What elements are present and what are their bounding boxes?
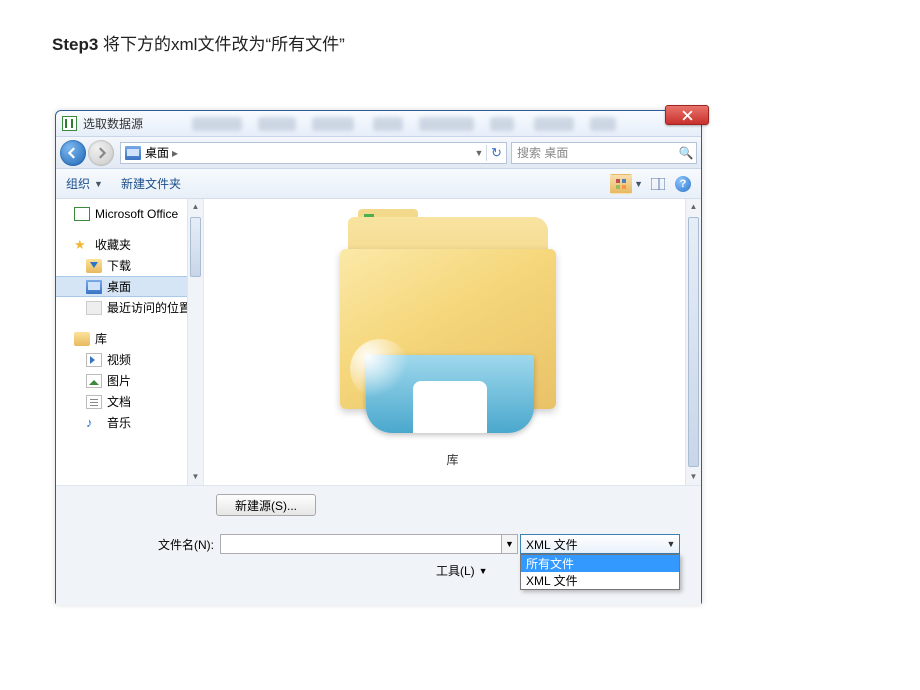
- sidebar-item[interactable]: 图片: [56, 370, 203, 391]
- filter-option[interactable]: XML 文件: [521, 572, 679, 589]
- chevron-down-icon: ▼: [94, 179, 103, 189]
- sidebar-item-label: Microsoft Office: [95, 207, 178, 221]
- titlebar: 选取数据源: [56, 111, 701, 137]
- filter-option[interactable]: 所有文件: [521, 555, 679, 572]
- sidebar-item[interactable]: 最近访问的位置: [56, 297, 203, 318]
- chevron-down-icon[interactable]: ▼: [634, 179, 643, 189]
- nav-bar: 桌面 ▸ ▼ ↻ 搜索 桌面 🔍: [56, 137, 701, 169]
- new-folder-button[interactable]: 新建文件夹: [121, 175, 181, 192]
- sidebar-item-label: 文档: [107, 393, 131, 410]
- new-source-button[interactable]: 新建源(S)...: [216, 494, 316, 516]
- item-label: 库: [446, 451, 458, 468]
- sidebar-scrollbar[interactable]: ▲ ▼: [187, 199, 203, 485]
- instruction-step: Step3: [52, 35, 98, 54]
- arrow-left-icon: [67, 147, 79, 159]
- instruction-text: 将下方的xml文件改为“所有文件”: [98, 35, 344, 54]
- filename-input[interactable]: [220, 534, 502, 554]
- scroll-down-icon[interactable]: ▼: [686, 469, 701, 485]
- filename-label: 文件名(N):: [156, 536, 214, 553]
- organize-menu[interactable]: 组织▼: [66, 175, 103, 192]
- sidebar-item[interactable]: ★ 收藏夹: [56, 234, 203, 255]
- background-blur: [184, 111, 657, 137]
- sidebar-item-label: 收藏夹: [95, 236, 131, 253]
- preview-pane-icon: [651, 178, 665, 190]
- scroll-thumb[interactable]: [190, 217, 201, 277]
- dialog-body: Microsoft Office★收藏夹下载桌面最近访问的位置库视频图片文档♪音…: [56, 199, 701, 485]
- file-type-filter[interactable]: XML 文件 ▼: [520, 534, 680, 554]
- scroll-down-icon[interactable]: ▼: [188, 469, 203, 485]
- sidebar-item[interactable]: 库: [56, 328, 203, 349]
- dl-icon: [86, 259, 102, 273]
- star-icon: ★: [74, 238, 90, 252]
- doc-icon: [86, 395, 102, 409]
- excel-icon: [74, 207, 90, 221]
- sidebar-item[interactable]: 文档: [56, 391, 203, 412]
- breadcrumb-dropdown-icon[interactable]: ▼: [472, 148, 486, 158]
- sidebar-item-label: 图片: [107, 372, 131, 389]
- instruction-caption: Step3 将下方的xml文件改为“所有文件”: [52, 30, 345, 55]
- filter-current-value: XML 文件: [526, 536, 578, 553]
- sidebar-item[interactable]: ♪ 音乐: [56, 412, 203, 433]
- sidebar-item[interactable]: 桌面: [56, 276, 203, 297]
- breadcrumb-bar[interactable]: 桌面 ▸ ▼ ↻: [120, 142, 507, 164]
- chevron-down-icon: ▼: [663, 539, 679, 549]
- refresh-button[interactable]: ↻: [486, 145, 506, 161]
- video-icon: [86, 353, 102, 367]
- library-folder-icon[interactable]: [340, 209, 565, 429]
- file-open-dialog: 选取数据源 桌面 ▸ ▼ ↻ 搜索 桌面 🔍: [55, 110, 702, 605]
- arrow-right-icon: [95, 147, 107, 159]
- sidebar-item[interactable]: Microsoft Office: [56, 203, 203, 224]
- close-button[interactable]: [665, 105, 709, 125]
- recent-icon: [86, 301, 102, 315]
- window-title: 选取数据源: [83, 115, 143, 132]
- navigation-sidebar: Microsoft Office ★ 收藏夹下载桌面最近访问的位置库视频图片文档 ♪ 音…: [56, 199, 204, 485]
- scroll-up-icon[interactable]: ▲: [188, 199, 203, 215]
- file-type-dropdown: 所有文件XML 文件: [520, 554, 680, 590]
- search-placeholder: 搜索 桌面: [512, 144, 568, 161]
- app-icon: [62, 116, 77, 131]
- desktop-icon: [86, 280, 102, 294]
- scroll-thumb[interactable]: [688, 217, 699, 467]
- view-icon: [615, 178, 627, 190]
- location-icon: [125, 146, 141, 160]
- toolbar: 组织▼ 新建文件夹 ▼ ?: [56, 169, 701, 199]
- lib-icon: [74, 332, 90, 346]
- search-icon: 🔍: [676, 146, 696, 160]
- search-input[interactable]: 搜索 桌面 🔍: [511, 142, 697, 164]
- nav-back-button[interactable]: [60, 140, 86, 166]
- sidebar-item-label: 视频: [107, 351, 131, 368]
- music-icon: ♪: [86, 416, 102, 430]
- close-icon: [682, 110, 693, 121]
- sidebar-item-label: 下载: [107, 257, 131, 274]
- view-mode-button[interactable]: [610, 174, 632, 194]
- breadcrumb-separator: ▸: [169, 146, 181, 160]
- sidebar-item-label: 桌面: [107, 278, 131, 295]
- help-button[interactable]: ?: [675, 176, 691, 192]
- pic-icon: [86, 374, 102, 388]
- sidebar-item-label: 最近访问的位置: [107, 299, 191, 316]
- scroll-up-icon[interactable]: ▲: [686, 199, 701, 215]
- nav-forward-button[interactable]: [88, 140, 114, 166]
- breadcrumb-location: 桌面: [145, 144, 169, 161]
- preview-pane-button[interactable]: [647, 174, 669, 194]
- filename-dropdown-icon[interactable]: ▼: [502, 534, 518, 554]
- content-pane[interactable]: 库 ▲ ▼: [204, 199, 701, 485]
- sidebar-item[interactable]: 视频: [56, 349, 203, 370]
- sidebar-item-label: 库: [95, 330, 107, 347]
- dialog-footer: 新建源(S)... 文件名(N): ▼ XML 文件 ▼ 所有文件XML 文件 …: [56, 485, 701, 605]
- content-scrollbar[interactable]: ▲ ▼: [685, 199, 701, 485]
- chevron-down-icon: ▼: [479, 566, 488, 576]
- sidebar-item-label: 音乐: [107, 414, 131, 431]
- sidebar-item[interactable]: 下载: [56, 255, 203, 276]
- tools-menu[interactable]: 工具(L)▼: [436, 562, 488, 579]
